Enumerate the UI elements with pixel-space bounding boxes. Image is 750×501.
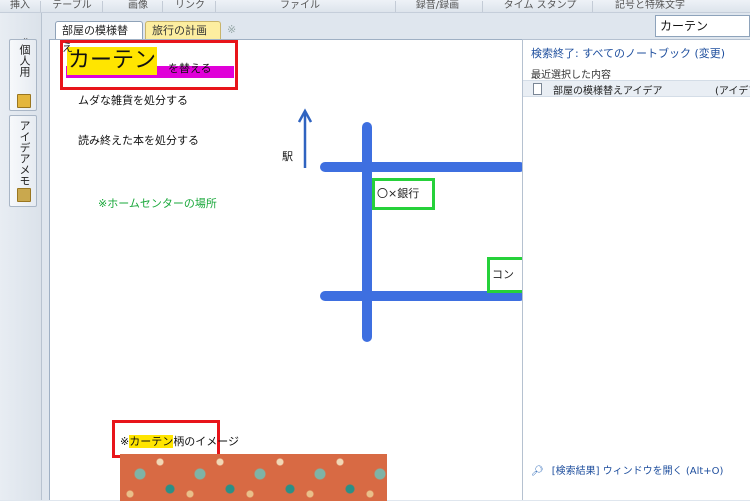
search-result-row[interactable]: 部屋の模様替えアイデア (アイデアメ [523,80,750,97]
notebook-tab-idea-memo[interactable]: アイデアメモ [9,115,37,207]
ribbon-group-recording[interactable]: 録音/録画 [400,0,475,13]
ribbon-group-file[interactable]: ファイル [270,0,330,13]
page-icon [533,83,542,95]
note-line-declutter[interactable]: ムダな雑貨を処分する [78,92,188,108]
note-homecenter[interactable]: ※ホームセンターの場所 [98,195,217,211]
ribbon-group-symbols[interactable]: 記号と特殊文字 [600,0,700,13]
open-results-window-link[interactable]: 🔎︎ [検索結果] ウィンドウを開く (Alt+O) [531,462,723,477]
note-title-highlighted[interactable]: カーテン [67,47,158,75]
pattern-caption[interactable]: ※カーテン柄のイメージ [120,433,239,449]
notebook-icon [17,94,31,108]
map-road-vertical [362,122,372,342]
recent-header: 最近選択した内容 [531,70,611,81]
north-arrow-icon [298,108,312,168]
search-scope-link[interactable]: 検索終了: すべてのノートブック (変更) [531,45,725,61]
map-poi-convenience[interactable]: コン [487,257,527,293]
result-page-title: 部屋の模様替えアイデア [553,86,663,97]
notebook-tab-label: 個人用 [18,44,31,77]
search-icon: 🔎︎ [531,466,544,477]
map-road-horizontal-top [320,162,525,172]
ribbon-group-insert[interactable]: 挿入 [8,0,32,13]
result-section-name: (アイデアメ [715,86,750,97]
map-label-station[interactable]: 駅 [282,148,293,164]
ribbon-group-link[interactable]: リンク [170,0,210,13]
section-tabs: 部屋の模様替え 旅行の計画 ※ [42,13,522,54]
tab-room-makeover[interactable]: 部屋の模様替え [55,21,143,54]
map-poi-bank[interactable]: 〇×銀行 [372,178,435,210]
notebook-tab-personal[interactable]: 個人用 [9,39,37,111]
caption-highlight: カーテン [129,435,174,448]
note-title-suffix[interactable]: を替える [168,60,212,76]
ribbon-group-image[interactable]: 画像 [120,0,156,13]
ribbon-group-table[interactable]: テーブル [50,0,94,13]
notebook-sidebar: « 個人用 アイデアメモ [0,13,42,500]
tab-travel-plan[interactable]: 旅行の計画 [145,21,221,39]
new-section-icon[interactable]: ※ [227,23,236,36]
ribbon-group-timestamp[interactable]: タイム スタンプ [494,0,586,13]
search-results-pane: 検索終了: すべてのノートブック (変更) 最近選択した内容 部屋の模様替えアイ… [522,39,750,500]
book-icon [17,188,31,202]
ribbon-group-labels: 挿入 テーブル 画像 リンク ファイル 録音/録画 タイム スタンプ 記号と特殊… [0,0,750,13]
notebook-tab-label: アイデアメモ [18,120,31,186]
curtain-pattern-image[interactable] [120,454,387,501]
search-input[interactable]: カーテン [655,15,750,37]
note-line-books[interactable]: 読み終えた本を処分する [78,132,199,148]
